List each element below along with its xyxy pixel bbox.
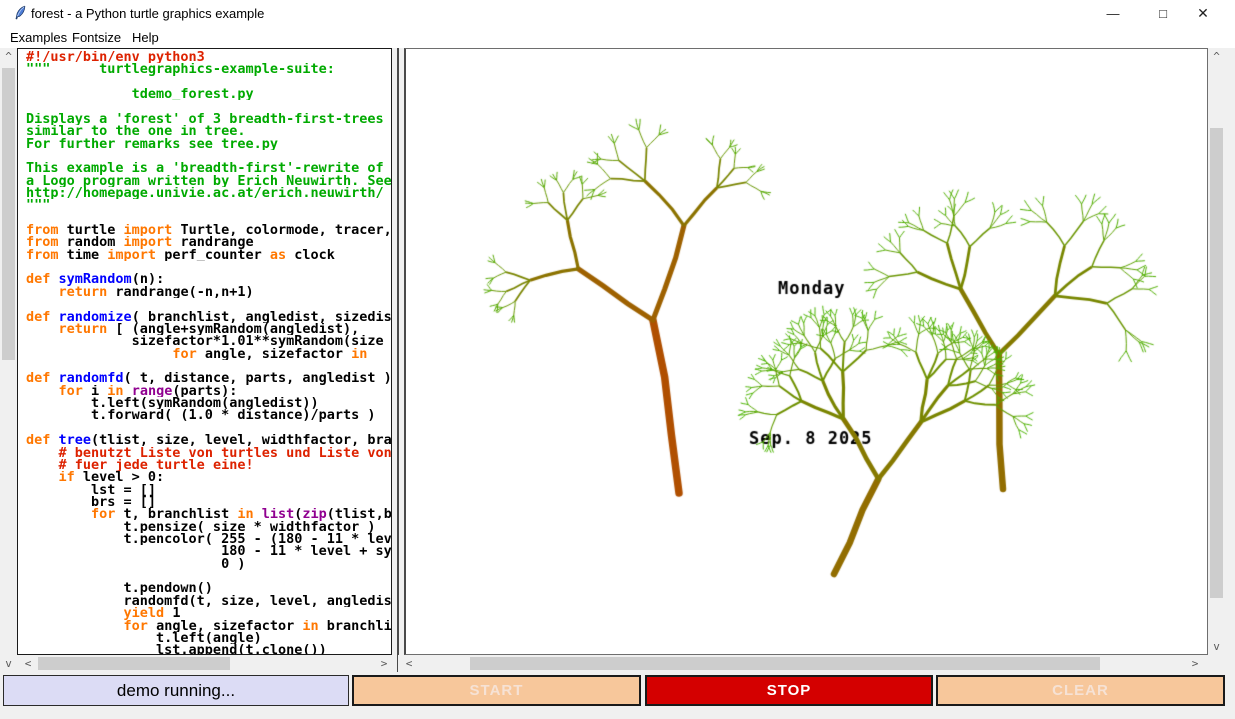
- code-line: """ turtlegraphics-example-suite:: [26, 63, 392, 75]
- code-line: For further remarks see tree.py: [26, 138, 392, 150]
- scroll-down-icon[interactable]: v: [0, 657, 17, 670]
- feather-icon: [12, 5, 28, 21]
- scroll-right-icon[interactable]: >: [377, 657, 391, 670]
- scroll-left-icon[interactable]: <: [21, 657, 35, 670]
- code-line: from time import perf_counter as clock: [26, 249, 392, 261]
- code-line: t.pendown(): [26, 582, 392, 594]
- code-line: def randomfd( t, distance, parts, angled…: [26, 372, 392, 384]
- code-line: def randomize( branchlist, angledist, si…: [26, 311, 392, 323]
- code-line: [26, 298, 392, 310]
- menu-help[interactable]: Help: [128, 29, 163, 46]
- code-line: This example is a 'breadth-first'-rewrit…: [26, 162, 392, 174]
- code-hscrollbar[interactable]: < >: [17, 655, 394, 672]
- code-line: 180 - 11 * level + sy: [26, 545, 392, 557]
- close-button[interactable]: ✕: [1180, 0, 1226, 27]
- code-line: """: [26, 199, 392, 211]
- code-vscroll-thumb[interactable]: [2, 68, 15, 360]
- code-line: from turtle import Turtle, colormode, tr…: [26, 224, 392, 236]
- code-line: a Logo program written by Erich Neuwirth…: [26, 175, 392, 187]
- code-line: def tree(tlist, size, level, widthfactor…: [26, 434, 392, 446]
- status-label: demo running...: [3, 675, 349, 706]
- menu-examples[interactable]: Examples: [6, 29, 71, 46]
- demo-control-bar: demo running... START STOP CLEAR: [0, 673, 1235, 709]
- scroll-up-icon[interactable]: ^: [0, 50, 17, 63]
- code-line: [26, 261, 392, 273]
- code-line: randomfd(t, size, level, angledis: [26, 595, 392, 607]
- code-line: # benutzt Liste von turtles und Liste vo…: [26, 447, 392, 459]
- code-line: return randrange(-n,n+1): [26, 286, 392, 298]
- scroll-right-icon[interactable]: >: [1188, 657, 1202, 670]
- scroll-down-icon[interactable]: v: [1208, 640, 1225, 653]
- menu-bar: Examples Fontsize Help: [0, 27, 1235, 48]
- code-line: t.left(symRandom(angledist)): [26, 397, 392, 409]
- canvas-hscrollbar[interactable]: < >: [398, 655, 1206, 672]
- code-line: [26, 570, 392, 582]
- scroll-left-icon[interactable]: <: [402, 657, 416, 670]
- code-line: t.forward( (1.0 * distance)/parts ): [26, 409, 392, 421]
- code-hscroll-thumb[interactable]: [38, 657, 230, 670]
- title-bar[interactable]: forest - a Python turtle graphics exampl…: [0, 0, 1235, 27]
- code-line: brs = []: [26, 496, 392, 508]
- app-window: forest - a Python turtle graphics exampl…: [0, 0, 1235, 719]
- clear-button[interactable]: CLEAR: [936, 675, 1225, 706]
- minimize-button[interactable]: —: [1090, 0, 1136, 27]
- pane-sash[interactable]: [397, 48, 399, 672]
- canvas-hscroll-thumb[interactable]: [470, 657, 1100, 670]
- code-line: [26, 100, 392, 112]
- code-line: sizefactor*1.01**symRandom(size: [26, 335, 392, 347]
- code-line: 0 ): [26, 558, 392, 570]
- code-line: http://homepage.univie.ac.at/erich.neuwi…: [26, 187, 392, 199]
- menu-fontsize[interactable]: Fontsize: [68, 29, 125, 46]
- code-line: t.pensize( size * widthfactor ): [26, 521, 392, 533]
- code-line: return [ (angle+symRandom(angledist),: [26, 323, 392, 335]
- window-title: forest - a Python turtle graphics exampl…: [31, 6, 264, 21]
- code-line: for angle, sizefactor in: [26, 348, 392, 360]
- code-line: [26, 76, 392, 88]
- code-line: if level > 0:: [26, 471, 392, 483]
- code-line: for t, branchlist in list(zip(tlist,b: [26, 508, 392, 520]
- code-text: #!/usr/bin/env python3""" turtlegraphics…: [26, 51, 392, 655]
- code-vscrollbar[interactable]: ^ v: [0, 48, 17, 672]
- main-split: ^ v #!/usr/bin/env python3""" turtlegrap…: [0, 48, 1235, 672]
- code-line: # fuer jede turtle eine!: [26, 459, 392, 471]
- code-line: def symRandom(n):: [26, 273, 392, 285]
- canvas-vscrollbar[interactable]: ^ v: [1208, 48, 1225, 655]
- canvas-vscroll-thumb[interactable]: [1210, 128, 1223, 598]
- code-line: [26, 360, 392, 372]
- code-line: from random import randrange: [26, 236, 392, 248]
- code-line: [26, 150, 392, 162]
- code-line: #!/usr/bin/env python3: [26, 51, 392, 63]
- scroll-up-icon[interactable]: ^: [1208, 50, 1225, 63]
- code-line: for angle, sizefactor in branchli: [26, 620, 392, 632]
- turtle-canvas-frame: [404, 48, 1208, 655]
- code-line: Displays a 'forest' of 3 breadth-first-t…: [26, 113, 392, 125]
- code-line: t.pencolor( 255 - (180 - 11 * lev: [26, 533, 392, 545]
- code-editor[interactable]: #!/usr/bin/env python3""" turtlegraphics…: [17, 48, 392, 655]
- code-line: for i in range(parts):: [26, 385, 392, 397]
- window-bottom-edge: [0, 709, 1235, 719]
- start-button[interactable]: START: [352, 675, 641, 706]
- code-line: similar to the one in tree.: [26, 125, 392, 137]
- code-line: [26, 422, 392, 434]
- code-line: t.left(angle): [26, 632, 392, 644]
- stop-button[interactable]: STOP: [645, 675, 933, 706]
- code-line: lst.append(t.clone()): [26, 644, 392, 655]
- code-line: yield 1: [26, 607, 392, 619]
- code-line: lst = []: [26, 484, 392, 496]
- turtle-canvas[interactable]: [406, 49, 1207, 653]
- code-line: [26, 212, 392, 224]
- code-line: tdemo_forest.py: [26, 88, 392, 100]
